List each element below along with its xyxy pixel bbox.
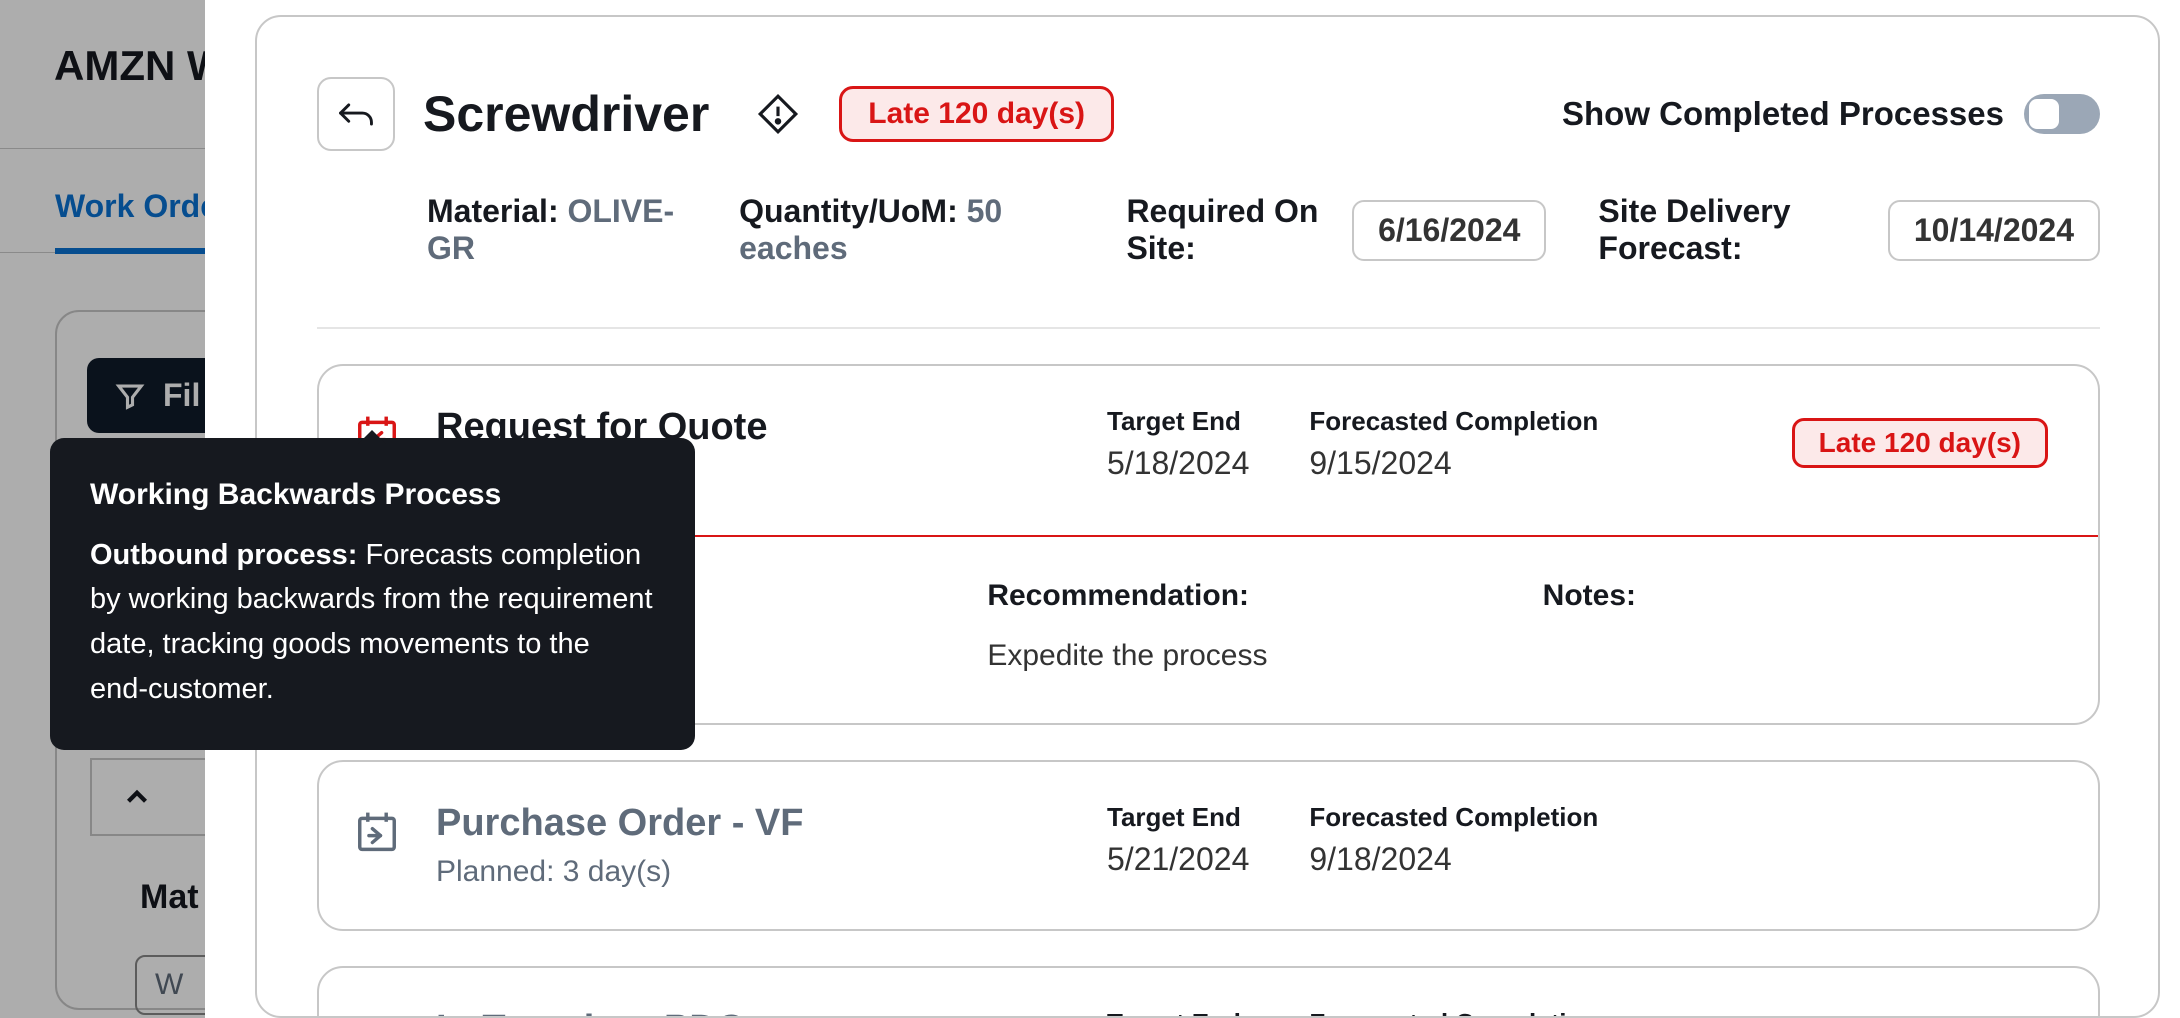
back-button[interactable] (317, 77, 395, 151)
target-end-label: Target End (1107, 406, 1249, 437)
calendar-forward-icon (354, 1014, 400, 1018)
recommendation-value: Expedite the process (987, 639, 1492, 673)
notes-col: Notes: (1543, 579, 2048, 673)
meta-material: Material: OLIVE-GR (427, 193, 687, 267)
process-card-intransit[interactable]: In-Transit to PDC Target End 5/27/2024 F… (317, 966, 2100, 1018)
show-completed-label: Show Completed Processes (1562, 95, 2004, 133)
calendar-forward-icon (354, 808, 400, 854)
alert-diamond-icon (757, 93, 799, 135)
back-icon (336, 97, 376, 131)
meta-ros-label: Required On Site: (1126, 193, 1340, 267)
forecast-label: Forecasted Completion (1309, 1008, 1598, 1018)
process-card-po[interactable]: Purchase Order - VF Planned: 3 day(s) Ta… (317, 760, 2100, 931)
meta-material-label: Material: (427, 193, 559, 229)
target-end-col: Target End 5/21/2024 (1107, 802, 1249, 878)
show-completed-toggle[interactable] (2024, 94, 2100, 134)
forecast-value: 9/18/2024 (1309, 841, 1598, 878)
meta-sdf-value[interactable]: 10/14/2024 (1888, 200, 2100, 261)
recommendation-label: Recommendation: (987, 579, 1492, 613)
tooltip-working-backwards: Working Backwards Process Outbound proce… (50, 438, 695, 750)
toggle-knob (2029, 99, 2059, 129)
target-end-label: Target End (1107, 802, 1249, 833)
forecast-col: Forecasted Completion 9/18/2024 (1309, 802, 1598, 878)
forecast-label: Forecasted Completion (1309, 802, 1598, 833)
notes-label: Notes: (1543, 579, 2048, 613)
process-header: In-Transit to PDC Target End 5/27/2024 F… (354, 1008, 2048, 1018)
meta-required-onsite: Required On Site: 6/16/2024 (1126, 193, 1546, 267)
detail-header: Screwdriver Late 120 day(s) Show Complet… (317, 77, 2100, 151)
tooltip-body: Outbound process: Forecasts completion b… (90, 533, 655, 713)
target-end-value: 5/21/2024 (1107, 841, 1249, 878)
meta-row: Material: OLIVE-GR Quantity/UoM: 50 each… (317, 193, 2100, 329)
meta-quantity-label: Quantity/UoM: (739, 193, 958, 229)
meta-site-delivery-forecast: Site Delivery Forecast: 10/14/2024 (1598, 193, 2100, 267)
target-end-col: Target End 5/27/2024 (1107, 1008, 1249, 1018)
target-end-value: 5/18/2024 (1107, 445, 1249, 482)
target-end-col: Target End 5/18/2024 (1107, 406, 1249, 482)
forecast-col: Forecasted Completion 9/24/2024 (1309, 1008, 1598, 1018)
process-header: Purchase Order - VF Planned: 3 day(s) Ta… (354, 802, 2048, 889)
process-planned: Planned: 3 day(s) (436, 855, 1071, 889)
process-title: In-Transit to PDC (436, 1008, 1071, 1018)
tooltip-body-strong: Outbound process: (90, 539, 357, 571)
forecast-label: Forecasted Completion (1309, 406, 1598, 437)
recommendation-col: Recommendation: Expedite the process (987, 579, 1492, 673)
meta-ros-value[interactable]: 6/16/2024 (1352, 200, 1546, 261)
target-end-label: Target End (1107, 1008, 1249, 1018)
late-badge: Late 120 day(s) (839, 86, 1114, 142)
forecast-value: 9/15/2024 (1309, 445, 1598, 482)
tooltip-title: Working Backwards Process (90, 472, 655, 519)
process-late-badge: Late 120 day(s) (1792, 418, 2048, 468)
process-title: Purchase Order - VF (436, 802, 1071, 845)
forecast-col: Forecasted Completion 9/15/2024 (1309, 406, 1598, 482)
meta-quantity: Quantity/UoM: 50 eaches (739, 193, 1074, 267)
meta-sdf-label: Site Delivery Forecast: (1598, 193, 1875, 267)
detail-title: Screwdriver (423, 85, 709, 143)
